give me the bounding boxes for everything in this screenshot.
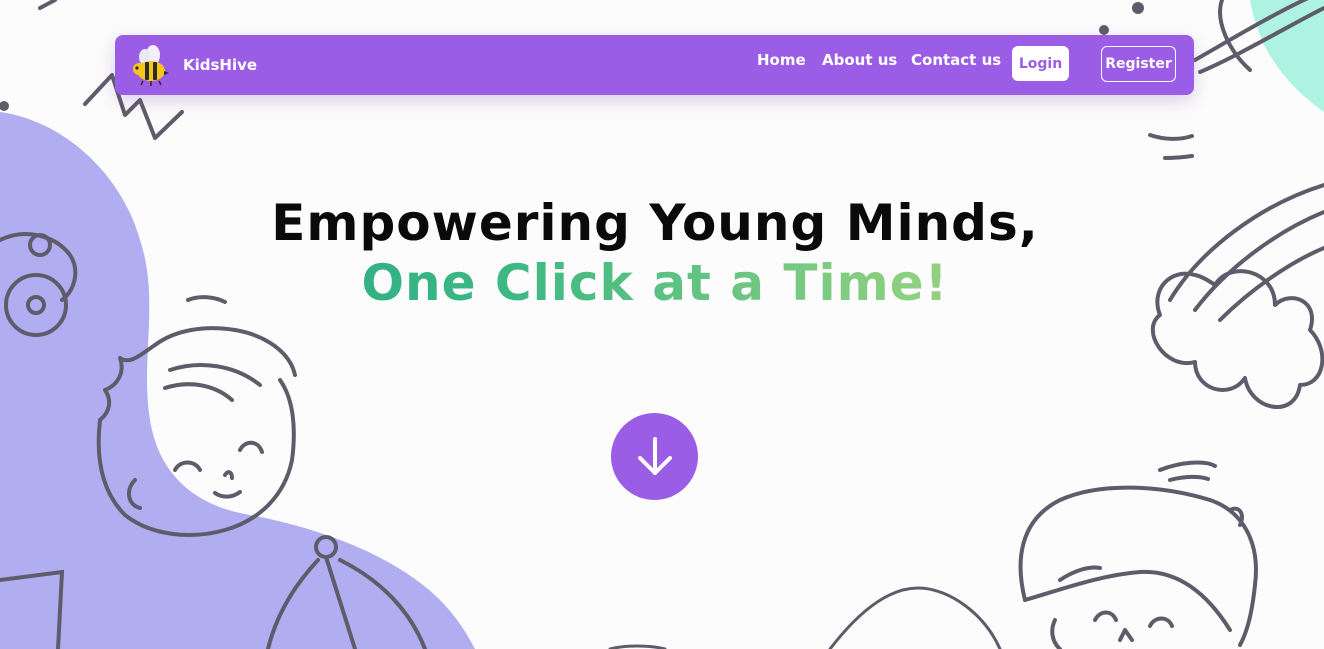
brand-name: KidsHive xyxy=(183,56,258,74)
nav-link-home[interactable]: Home xyxy=(757,50,806,70)
bee-icon xyxy=(133,45,169,86)
boy-cap-doodle xyxy=(1018,460,1258,649)
login-button[interactable]: Login xyxy=(1012,46,1069,81)
scroll-down-button[interactable] xyxy=(611,413,698,500)
top-navbar: KidsHive Home About us Contact us Login … xyxy=(115,35,1194,95)
arrow-down-icon xyxy=(637,436,672,475)
hero-headline-line2: One Click at a Time! xyxy=(0,252,1310,314)
background-illustration xyxy=(0,0,1324,649)
register-button[interactable]: Register xyxy=(1101,46,1176,82)
brand[interactable]: KidsHive xyxy=(131,43,257,87)
landing-page: KidsHive Home About us Contact us Login … xyxy=(0,0,1324,649)
nav-link-contact-us[interactable]: Contact us xyxy=(911,50,1001,70)
teal-corner-shape xyxy=(1250,0,1324,112)
nav-link-about-us[interactable]: About us xyxy=(822,50,897,70)
hero-headline-line1: Empowering Young Minds, xyxy=(271,194,1039,252)
hill-doodle xyxy=(608,586,1002,649)
